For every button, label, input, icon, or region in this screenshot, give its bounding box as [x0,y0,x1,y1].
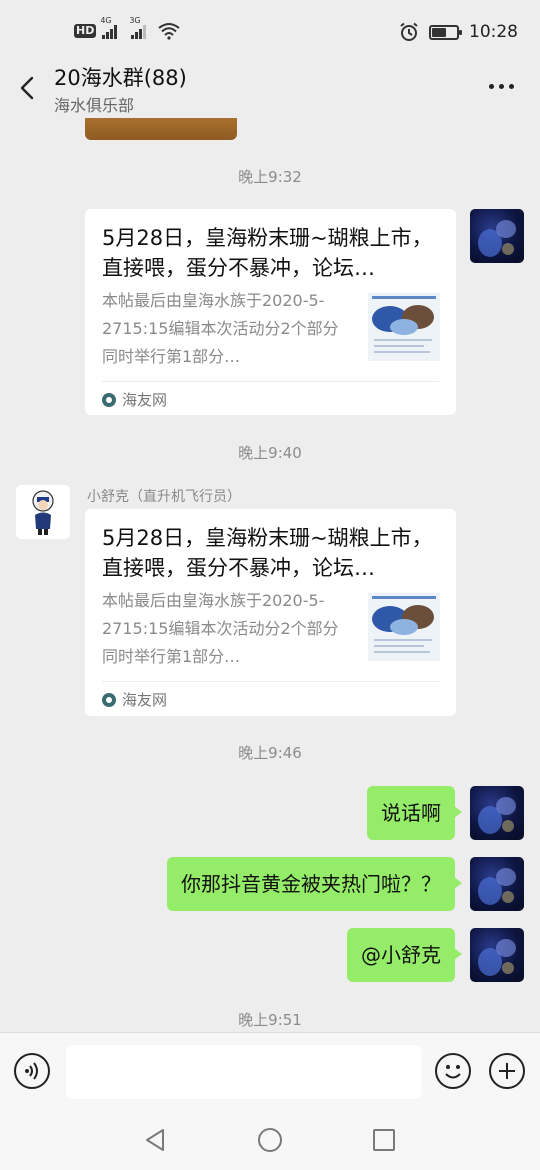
card-description: 本帖最后由皇海水族于2020-5-2715:15编辑本次活动分2个部分同时举行第… [102,591,339,666]
my-avatar[interactable] [470,786,524,840]
voice-input-icon[interactable] [14,1053,50,1089]
my-avatar[interactable] [470,209,524,263]
status-bar: HD 4G 3G 10:28 [0,0,540,62]
signal-icon: 3G [129,16,147,39]
card-source-label: 海友网 [122,391,168,409]
text-message-bubble[interactable]: @小舒克 [347,928,462,982]
text-message-bubble[interactable]: 你那抖音黄金被夹热门啦？？ [167,857,462,911]
card-divider [102,381,439,382]
input-bar [0,1032,540,1110]
sender-name: 小舒克（直升机飞行员） [87,489,241,505]
chat-subtitle: 海水俱乐部 [54,96,135,115]
status-right: 10:28 [399,22,518,42]
message-input[interactable] [66,1045,421,1099]
wifi-icon [158,23,180,40]
timestamp: 晚上9:32 [238,168,302,186]
card-description: 本帖最后由皇海水族于2020-5-2715:15编辑本次活动分2个部分同时举行第… [102,291,339,366]
clock-time: 10:28 [469,22,518,42]
status-left: HD 4G 3G [74,16,180,40]
timestamp: 晚上9:40 [238,444,302,462]
card-thumbnail [368,293,440,361]
card-source-label: 海友网 [122,691,168,709]
my-avatar[interactable] [470,928,524,982]
card-title: 5月28日，皇海粉末珊~瑚粮上市，直接喂，蛋分不暴冲，论坛… [102,526,433,580]
link-card-message[interactable]: 5月28日，皇海粉末珊~瑚粮上市，直接喂，蛋分不暴冲，论坛… 本帖最后由皇海水族… [85,509,456,716]
signal-label: 4G [100,16,112,25]
emoji-icon[interactable] [435,1053,471,1089]
card-thumbnail [368,593,440,661]
friend-avatar[interactable] [16,485,70,539]
nav-recent-apps-icon[interactable] [373,1129,395,1151]
partial-image-message[interactable] [85,118,237,140]
text-message-bubble[interactable]: 说话啊 [367,786,462,840]
system-nav-bar [0,1110,540,1170]
card-source: 海友网 [102,389,167,410]
chat-header: 20海水群(88) 海水俱乐部 [0,62,540,120]
card-source: 海友网 [102,689,167,710]
hd-icon: HD [74,24,97,38]
timestamp: 晚上9:51 [238,1011,302,1029]
battery-icon [429,24,462,40]
chat-title: 20海水群(88) [54,66,187,90]
link-card-message[interactable]: 5月28日，皇海粉末珊~瑚粮上市，直接喂，蛋分不暴冲，论坛… 本帖最后由皇海水族… [85,209,456,415]
card-title: 5月28日，皇海粉末珊~瑚粮上市，直接喂，蛋分不暴冲，论坛… [102,226,433,280]
nav-back-icon[interactable] [143,1127,167,1153]
source-logo-icon [102,692,116,707]
source-logo-icon [102,392,116,407]
signal-label: 3G [129,16,141,25]
alarm-icon [400,22,418,41]
my-avatar[interactable] [470,857,524,911]
nav-home-icon[interactable] [258,1128,282,1152]
timestamp: 晚上9:46 [238,744,302,762]
card-divider [102,681,439,682]
plus-icon[interactable] [489,1053,525,1089]
signal-icon: 4G [100,16,118,39]
more-options-icon[interactable] [486,76,516,96]
back-arrow-icon[interactable] [14,72,42,104]
